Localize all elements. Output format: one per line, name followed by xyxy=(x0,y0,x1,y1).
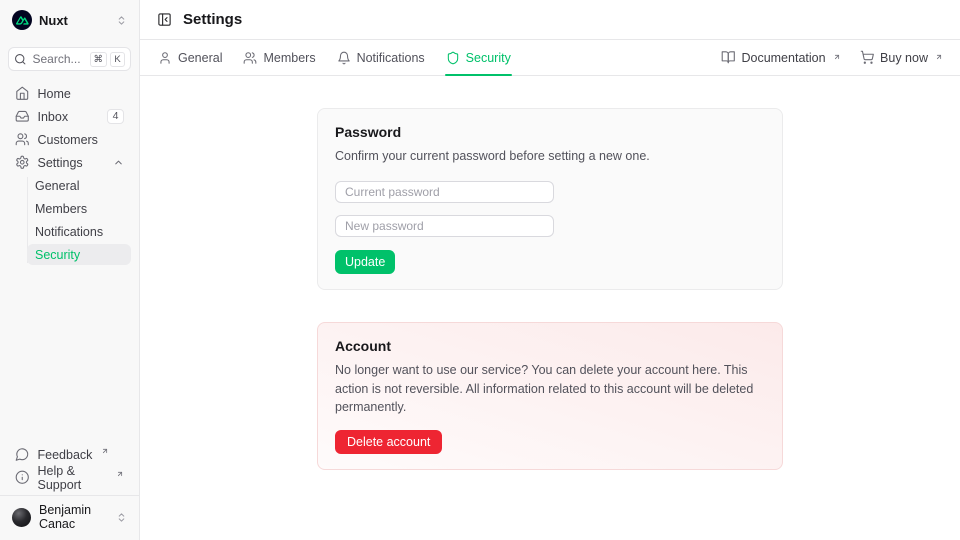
search-placeholder: Search... xyxy=(33,52,81,66)
main-area: Settings General Members Notifications xyxy=(140,0,960,540)
settings-security-content: Password Confirm your current password b… xyxy=(140,76,960,540)
gear-icon xyxy=(15,155,30,170)
password-card-title: Password xyxy=(335,124,765,140)
sidebar-footer: Feedback Help & Support xyxy=(8,444,131,495)
sidebar-item-label: Feedback xyxy=(38,448,93,462)
tab-label: Members xyxy=(263,51,315,65)
kbd-k: K xyxy=(110,52,125,67)
buy-now-link[interactable]: Buy now xyxy=(860,50,943,65)
documentation-link[interactable]: Documentation xyxy=(721,50,841,65)
sidebar-subitem-label: Notifications xyxy=(35,225,103,239)
info-icon xyxy=(15,470,30,485)
shield-icon xyxy=(446,51,460,65)
header-links: Documentation Buy now xyxy=(721,50,943,65)
account-card-description: No longer want to use our service? You c… xyxy=(335,361,765,417)
sidebar-item-inbox[interactable]: Inbox 4 xyxy=(8,106,131,127)
sidebar-item-settings[interactable]: Settings xyxy=(8,152,131,173)
account-card-title: Account xyxy=(335,338,765,354)
sidebar-item-help-support[interactable]: Help & Support xyxy=(8,467,131,488)
settings-submenu: General Members Notifications Security xyxy=(27,175,131,265)
sidebar-item-label: Customers xyxy=(38,133,98,147)
user-menu[interactable]: Benjamin Canac xyxy=(0,495,139,540)
kbd-cmd: ⌘ xyxy=(90,52,108,67)
search-input[interactable]: Search... ⌘ K xyxy=(8,47,131,71)
users-icon xyxy=(243,51,257,65)
delete-account-button[interactable]: Delete account xyxy=(335,430,442,454)
workspace-switcher[interactable]: Nuxt xyxy=(8,8,131,32)
sidebar: Nuxt Search... ⌘ K Home xyxy=(0,0,140,540)
sidebar-item-label: Settings xyxy=(38,156,83,170)
sidebar-subitem-label: Members xyxy=(35,202,87,216)
avatar xyxy=(12,508,31,527)
sidebar-nav: Home Inbox 4 Customers Settings xyxy=(8,83,131,267)
home-icon xyxy=(15,86,30,101)
tab-members[interactable]: Members xyxy=(242,40,316,75)
external-link-icon xyxy=(935,53,943,61)
book-open-icon xyxy=(721,50,736,65)
tab-label: Notifications xyxy=(357,51,425,65)
sidebar-item-feedback[interactable]: Feedback xyxy=(8,444,131,465)
chat-bubble-icon xyxy=(15,447,30,462)
sidebar-subitem-notifications[interactable]: Notifications xyxy=(27,221,131,242)
bell-icon xyxy=(337,51,351,65)
password-card: Password Confirm your current password b… xyxy=(317,108,783,290)
sidebar-item-label: Help & Support xyxy=(38,464,108,492)
inbox-icon xyxy=(15,109,30,124)
workspace-name: Nuxt xyxy=(39,13,68,28)
external-link-icon xyxy=(833,53,841,61)
chevrons-up-down-icon xyxy=(116,15,127,26)
sidebar-subitem-security[interactable]: Security xyxy=(27,244,131,265)
tab-label: Security xyxy=(466,51,511,65)
new-password-field[interactable] xyxy=(335,215,554,237)
tab-security[interactable]: Security xyxy=(445,40,512,75)
sidebar-item-label: Home xyxy=(38,87,71,101)
sidebar-collapse-button[interactable] xyxy=(157,12,172,27)
account-card: Account No longer want to use our servic… xyxy=(317,322,783,470)
sidebar-header: Nuxt xyxy=(8,0,131,40)
tab-general[interactable]: General xyxy=(157,40,223,75)
sidebar-subitem-label: General xyxy=(35,179,79,193)
users-icon xyxy=(15,132,30,147)
sidebar-item-customers[interactable]: Customers xyxy=(8,129,131,150)
inbox-count-badge: 4 xyxy=(107,109,124,124)
tab-label: General xyxy=(178,51,222,65)
search-kbd-shortcuts: ⌘ K xyxy=(90,52,126,67)
nuxt-logo-icon xyxy=(12,10,32,30)
app-window: Nuxt Search... ⌘ K Home xyxy=(0,0,960,540)
link-label: Buy now xyxy=(880,51,928,65)
sidebar-item-home[interactable]: Home xyxy=(8,83,131,104)
password-card-description: Confirm your current password before set… xyxy=(335,147,765,166)
page-title: Settings xyxy=(183,11,242,28)
chevron-up-icon xyxy=(113,157,124,168)
current-password-field[interactable] xyxy=(335,181,554,203)
external-link-icon xyxy=(101,447,109,455)
search-icon xyxy=(14,53,27,66)
user-name: Benjamin Canac xyxy=(39,503,108,531)
chevrons-up-down-icon xyxy=(116,512,127,523)
page-header: Settings xyxy=(140,0,960,40)
cart-icon xyxy=(860,50,875,65)
sidebar-subitem-members[interactable]: Members xyxy=(27,198,131,219)
update-password-button[interactable]: Update xyxy=(335,250,395,274)
tabs-bar: General Members Notifications Security xyxy=(140,40,960,76)
link-label: Documentation xyxy=(741,51,825,65)
panel-left-close-icon xyxy=(157,12,172,27)
sidebar-subitem-general[interactable]: General xyxy=(27,175,131,196)
sidebar-subitem-label: Security xyxy=(35,248,80,262)
external-link-icon xyxy=(116,470,124,478)
user-icon xyxy=(158,51,172,65)
tab-notifications[interactable]: Notifications xyxy=(336,40,426,75)
sidebar-item-label: Inbox xyxy=(38,110,69,124)
